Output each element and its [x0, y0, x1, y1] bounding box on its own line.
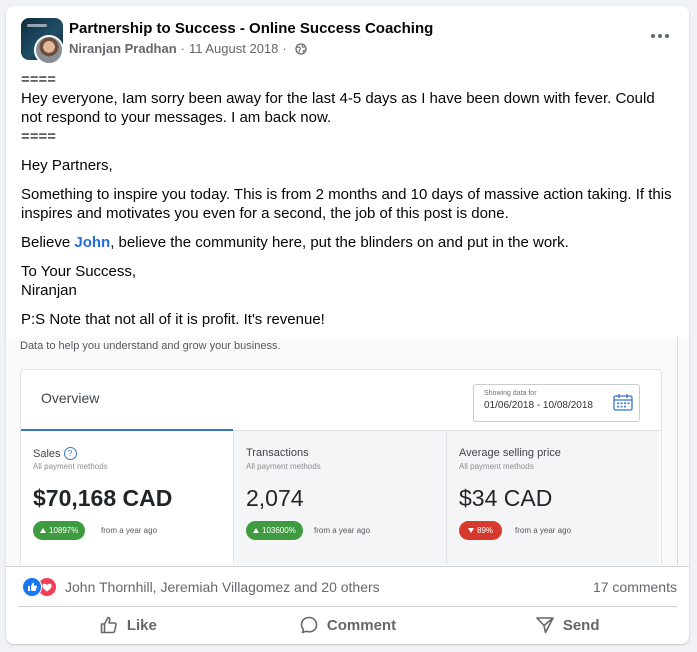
metric-title: Sales?	[33, 447, 77, 460]
change-value: 10897%	[49, 526, 79, 535]
up-arrow-icon	[40, 528, 46, 533]
greeting-text: Hey Partners,	[21, 157, 113, 174]
comment-count-link[interactable]: 17 comments	[593, 579, 677, 595]
active-tab-indicator	[21, 429, 233, 431]
send-button[interactable]: Send	[457, 607, 677, 643]
ps-text: P:S Note that not all of it is profit. I…	[21, 311, 325, 328]
author-avatar[interactable]	[34, 35, 64, 65]
up-arrow-icon	[253, 528, 259, 533]
sales-metric: Sales? All payment methods $70,168 CAD 1…	[21, 429, 233, 565]
more-options-icon[interactable]	[645, 26, 675, 46]
metric-title: Transactions	[246, 447, 309, 459]
believe-paragraph: Believe John, believe the community here…	[21, 233, 677, 252]
since-text: from a year ago	[314, 526, 371, 535]
send-label: Send	[562, 616, 600, 634]
post-date-link[interactable]: 11 August 2018	[189, 41, 278, 56]
globe-icon	[295, 42, 307, 55]
metric-value: $34 CAD	[459, 485, 553, 511]
believe-prefix: Believe	[21, 234, 75, 251]
metric-value: $70,168 CAD	[33, 485, 173, 511]
change-value: 89%	[477, 526, 494, 535]
mention-john-link[interactable]: John	[74, 234, 110, 251]
change-badge: 103600%	[246, 521, 303, 540]
metric-subtitle: All payment methods	[33, 462, 108, 471]
metric-subtitle: All payment methods	[246, 462, 321, 471]
send-icon	[536, 617, 554, 634]
apology-text: Hey everyone, Iam sorry been away for th…	[21, 90, 655, 126]
thumbs-up-icon	[100, 616, 117, 634]
change-badge: 10897%	[33, 521, 86, 540]
date-range-value: 01/06/2018 - 10/08/2018	[484, 400, 593, 411]
metric-subtitle: All payment methods	[459, 462, 534, 471]
change-badge: 89%	[459, 521, 503, 540]
reaction-names-link[interactable]: John Thornhill, Jeremiah Villagomez and …	[65, 579, 380, 595]
calendar-icon	[613, 394, 633, 411]
dashboard-intro-text: Data to help you understand and grow you…	[20, 340, 281, 352]
dashboard-screenshot-image[interactable]: Data to help you understand and grow you…	[6, 337, 689, 565]
overview-header: Overview Showing data for 01/06/2018 - 1…	[21, 370, 661, 431]
believe-suffix: , believe the community here, put the bl…	[110, 234, 569, 251]
change-value: 103600%	[262, 526, 296, 535]
divider-text-2: ====	[21, 128, 57, 145]
signoff-line: To Your Success,	[21, 263, 137, 280]
transactions-metric: Transactions All payment methods 2,074 1…	[233, 431, 446, 565]
reactions-bar: John Thornhill, Jeremiah Villagomez and …	[6, 566, 689, 607]
meta-separator-2: ·	[282, 41, 287, 56]
since-text: from a year ago	[515, 526, 572, 535]
date-range-selector: Showing data for 01/06/2018 - 10/08/2018	[473, 384, 640, 422]
post-meta: Niranjan Pradhan · 11 August 2018 ·	[69, 41, 307, 56]
reaction-icons[interactable]	[22, 577, 62, 597]
post-body: ==== Hey everyone, Iam sorry been away f…	[21, 70, 677, 339]
comment-button[interactable]: Comment	[238, 607, 458, 643]
like-label: Like	[126, 616, 157, 634]
avg-price-metric: Average selling price All payment method…	[446, 431, 659, 565]
inspire-paragraph: Something to inspire you today. This is …	[21, 186, 672, 222]
overview-panel: Overview Showing data for 01/06/2018 - 1…	[20, 369, 662, 565]
metric-value: 2,074	[246, 485, 304, 511]
signoff-name: Niranjan	[21, 282, 77, 299]
meta-separator: ·	[180, 41, 185, 56]
author-name-link[interactable]: Niranjan Pradhan	[69, 41, 177, 56]
metric-title-text: Sales	[33, 447, 61, 460]
group-avatar-logo	[27, 24, 47, 27]
screenshot-scrollbar-line	[677, 337, 678, 565]
like-button[interactable]: Like	[18, 607, 238, 643]
like-reaction-icon	[22, 577, 42, 597]
post-header: Partnership to Success - Online Success …	[6, 6, 689, 68]
date-range-label: Showing data for	[484, 390, 537, 397]
overview-title: Overview	[41, 390, 100, 406]
help-icon: ?	[63, 447, 77, 460]
divider-text: ====	[21, 71, 57, 88]
group-name-link[interactable]: Partnership to Success - Online Success …	[69, 20, 433, 37]
metric-title: Average selling price	[459, 447, 561, 459]
post-actions: Like Comment Send	[18, 606, 677, 643]
post-card: Partnership to Success - Online Success …	[6, 6, 689, 644]
comment-label: Comment	[326, 616, 397, 634]
down-arrow-icon	[468, 528, 474, 533]
comment-bubble-icon	[300, 616, 318, 634]
since-text: from a year ago	[101, 526, 158, 535]
